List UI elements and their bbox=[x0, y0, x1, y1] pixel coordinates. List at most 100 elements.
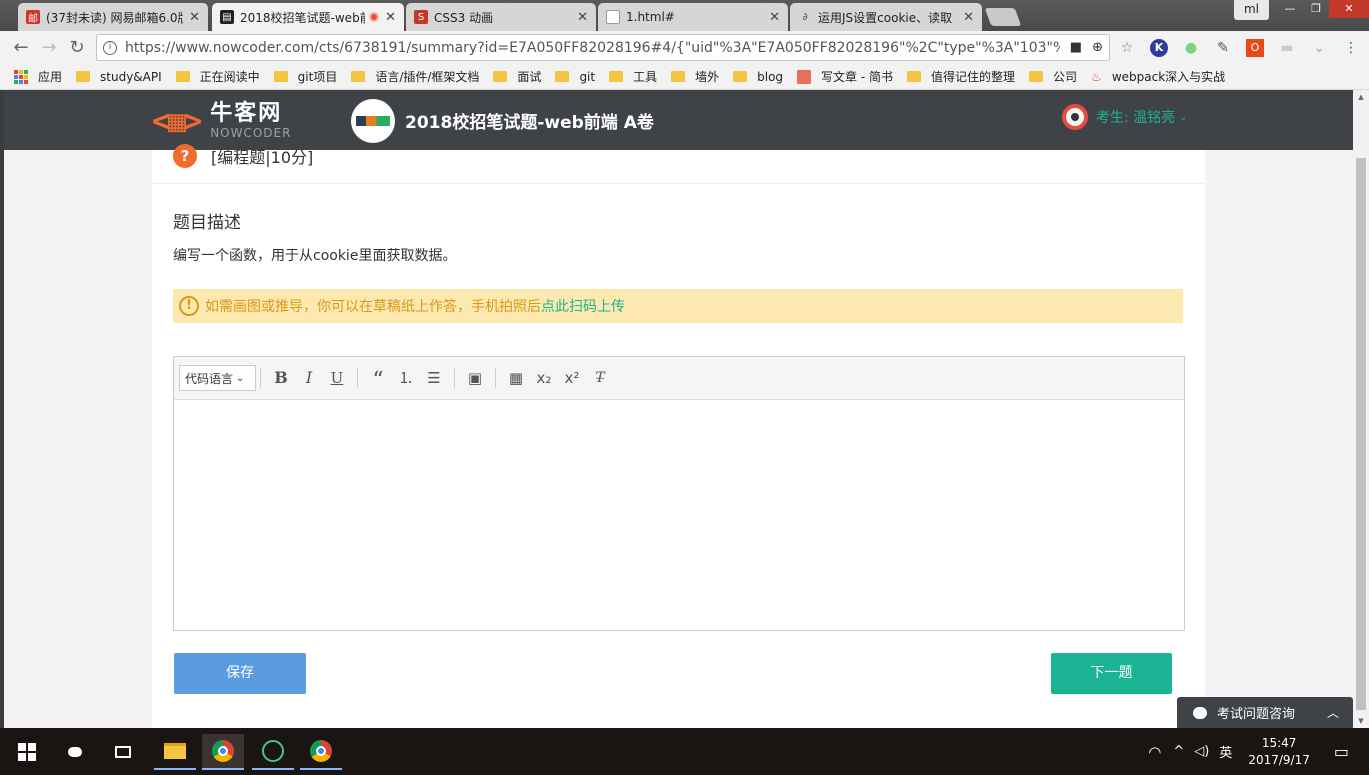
restore-icon[interactable]: ❐ bbox=[1303, 0, 1329, 18]
bookmark-label: study&API bbox=[100, 69, 162, 84]
bold-icon[interactable]: B bbox=[267, 364, 295, 392]
bookmark-git-projects[interactable]: git项目 bbox=[273, 68, 337, 85]
bookmark-blog[interactable]: blog bbox=[733, 70, 783, 84]
windows-logo-icon bbox=[18, 743, 36, 761]
consult-label: 考试问题咨询 bbox=[1217, 707, 1296, 722]
rich-text-editor: 代码语言 ⌄ B I U “ ⒈ ☰ ▣ ▦ x₂ x² T̶ bbox=[173, 356, 1185, 631]
extension-v-icon[interactable]: ⌄ bbox=[1310, 39, 1328, 57]
start-button[interactable] bbox=[6, 734, 48, 770]
menu-icon[interactable]: ⋮ bbox=[1342, 39, 1360, 57]
question-panel: ? [编程题|10分] 题目描述 编写一个函数，用于从cookie里面获取数据。… bbox=[152, 144, 1205, 728]
file-explorer-icon[interactable] bbox=[154, 734, 196, 770]
bookmark-label: 语言/插件/框架文档 bbox=[375, 70, 480, 84]
back-icon[interactable]: ← bbox=[10, 37, 32, 59]
clock-date: 2017/9/17 bbox=[1248, 752, 1310, 767]
underline-icon[interactable]: U bbox=[323, 364, 351, 392]
chevron-up-icon[interactable]: ︿ bbox=[1327, 704, 1339, 721]
bookmark-jianshu[interactable]: 写文章 - 简书 bbox=[797, 68, 893, 85]
new-tab-button[interactable] bbox=[984, 8, 1022, 26]
reload-icon[interactable]: ↻ bbox=[66, 37, 88, 59]
chevron-down-icon: ⌄ bbox=[236, 372, 245, 384]
office-icon[interactable]: O bbox=[1246, 39, 1264, 57]
wifi-icon[interactable]: ◠ bbox=[1148, 743, 1161, 761]
camera-icon[interactable]: ■ bbox=[1070, 40, 1082, 55]
code-language-select[interactable]: 代码语言 ⌄ bbox=[179, 365, 256, 391]
exam-consult-widget[interactable]: 考试问题咨询 ︿ bbox=[1177, 697, 1353, 728]
window-close-icon[interactable]: ✕ bbox=[1329, 0, 1369, 18]
close-icon[interactable]: ✕ bbox=[577, 10, 588, 25]
close-icon[interactable]: ✕ bbox=[963, 10, 974, 25]
close-icon[interactable]: ✕ bbox=[385, 10, 396, 25]
next-question-button[interactable]: 下一题 bbox=[1051, 653, 1172, 694]
zoom-icon[interactable]: ⊕ bbox=[1092, 40, 1103, 55]
tab-css3-animation[interactable]: S CSS3 动画 ✕ bbox=[406, 3, 596, 31]
tab-js-cookie[interactable]: ∂ 运用JS设置cookie、读取 ✕ bbox=[790, 3, 982, 31]
scroll-down-icon[interactable]: ▼ bbox=[1353, 714, 1369, 728]
task-view-icon[interactable] bbox=[102, 734, 144, 770]
candidate-name: 考生: 温铭亮 bbox=[1096, 110, 1176, 126]
address-bar[interactable]: i https://www.nowcoder.com/cts/6738191/s… bbox=[96, 34, 1110, 61]
bookmark-wall[interactable]: 墙外 bbox=[671, 68, 719, 85]
flame-icon: ♨ bbox=[1091, 69, 1102, 84]
bookmark-tools[interactable]: 工具 bbox=[609, 68, 657, 85]
subscript-icon[interactable]: x₂ bbox=[530, 364, 558, 392]
candidate-menu[interactable]: 考生: 温铭亮 ⌄ bbox=[1062, 104, 1188, 130]
save-button[interactable]: 保存 bbox=[174, 653, 306, 694]
image-icon[interactable]: ▣ bbox=[461, 364, 489, 392]
input-method-indicator[interactable]: 英 bbox=[1219, 742, 1232, 761]
scrollbar-thumb[interactable] bbox=[1356, 158, 1366, 710]
bookmark-company[interactable]: 公司 bbox=[1029, 68, 1077, 85]
forward-icon[interactable]: → bbox=[38, 37, 60, 59]
page-scrollbar[interactable]: ▲ ▼ bbox=[1353, 90, 1369, 728]
tab-1-html[interactable]: 1.html# ✕ bbox=[598, 3, 788, 31]
cortana-icon[interactable] bbox=[54, 734, 96, 770]
close-icon[interactable]: ✕ bbox=[189, 10, 200, 25]
bookmark-docs[interactable]: 语言/插件/框架文档 bbox=[351, 68, 479, 85]
bookmark-git[interactable]: git bbox=[555, 70, 595, 84]
nowcoder-logo[interactable]: <▦> 牛客网 NOWCODER bbox=[152, 98, 317, 144]
table-icon[interactable]: ▦ bbox=[502, 364, 530, 392]
url-text[interactable]: https://www.nowcoder.com/cts/6738191/sum… bbox=[125, 40, 1060, 56]
minimize-icon[interactable]: — bbox=[1277, 0, 1303, 18]
chrome-canary-icon[interactable] bbox=[300, 734, 342, 770]
tab-nowcoder-exam[interactable]: ▤ 2018校招笔试题-web前端 ✕ bbox=[212, 3, 404, 31]
bookmark-apps[interactable]: 应用 bbox=[14, 68, 62, 85]
ordered-list-icon[interactable]: ⒈ bbox=[392, 364, 420, 392]
chrome-icon[interactable] bbox=[202, 734, 244, 770]
scan-upload-link[interactable]: 点此扫码上传 bbox=[541, 296, 625, 316]
scroll-up-icon[interactable]: ▲ bbox=[1353, 90, 1369, 104]
unordered-list-icon[interactable]: ☰ bbox=[420, 364, 448, 392]
notification-icon[interactable]: ▭ bbox=[1334, 742, 1349, 761]
folder-icon bbox=[555, 71, 570, 82]
folder-icon bbox=[351, 71, 366, 82]
answer-editor-area[interactable] bbox=[174, 400, 1184, 630]
folder-icon bbox=[733, 71, 748, 82]
superscript-icon[interactable]: x² bbox=[558, 364, 586, 392]
site-info-icon[interactable]: i bbox=[103, 40, 117, 55]
tab-title: CSS3 动画 bbox=[434, 10, 494, 25]
italic-icon[interactable]: I bbox=[295, 364, 323, 392]
tab-netease-mail[interactable]: 邮 (37封未读) 网易邮箱6.0版 ✕ bbox=[18, 3, 208, 31]
bookmark-label: 公司 bbox=[1053, 70, 1078, 84]
bookmark-webpack[interactable]: ♨ webpack深入与实战 bbox=[1091, 68, 1225, 85]
bookmark-notes[interactable]: 值得记住的整理 bbox=[907, 68, 1015, 85]
atom-editor-icon[interactable] bbox=[252, 734, 294, 770]
bookmark-star-icon[interactable]: ☆ bbox=[1118, 39, 1136, 57]
extension-dot-icon[interactable]: ● bbox=[1182, 39, 1200, 57]
profile-button[interactable]: ml bbox=[1233, 0, 1269, 20]
windows-taskbar: ◠ ^ ◁) 英 15:47 2017/9/17 ▭ bbox=[0, 728, 1369, 775]
volume-icon[interactable]: ◁) bbox=[1194, 744, 1209, 759]
close-icon[interactable]: ✕ bbox=[769, 10, 780, 25]
clear-format-icon[interactable]: T̶ bbox=[586, 364, 614, 392]
tray-expand-icon[interactable]: ^ bbox=[1173, 744, 1184, 759]
bookmark-reading[interactable]: 正在阅读中 bbox=[175, 68, 260, 85]
bookmark-study-api[interactable]: study&API bbox=[76, 70, 162, 84]
eyedropper-icon[interactable]: ✎ bbox=[1214, 39, 1232, 57]
extension-bar-icon[interactable]: ▬ bbox=[1278, 39, 1296, 57]
site-header: <▦> 牛客网 NOWCODER 2018校招笔试题-web前端 A卷 考生: … bbox=[4, 90, 1353, 150]
clock[interactable]: 15:47 2017/9/17 bbox=[1248, 735, 1310, 769]
extension-k-icon[interactable]: K bbox=[1150, 39, 1168, 57]
bookmark-interview[interactable]: 面试 bbox=[493, 68, 541, 85]
question-header: ? [编程题|10分] bbox=[152, 144, 1205, 184]
quote-icon[interactable]: “ bbox=[364, 364, 392, 393]
